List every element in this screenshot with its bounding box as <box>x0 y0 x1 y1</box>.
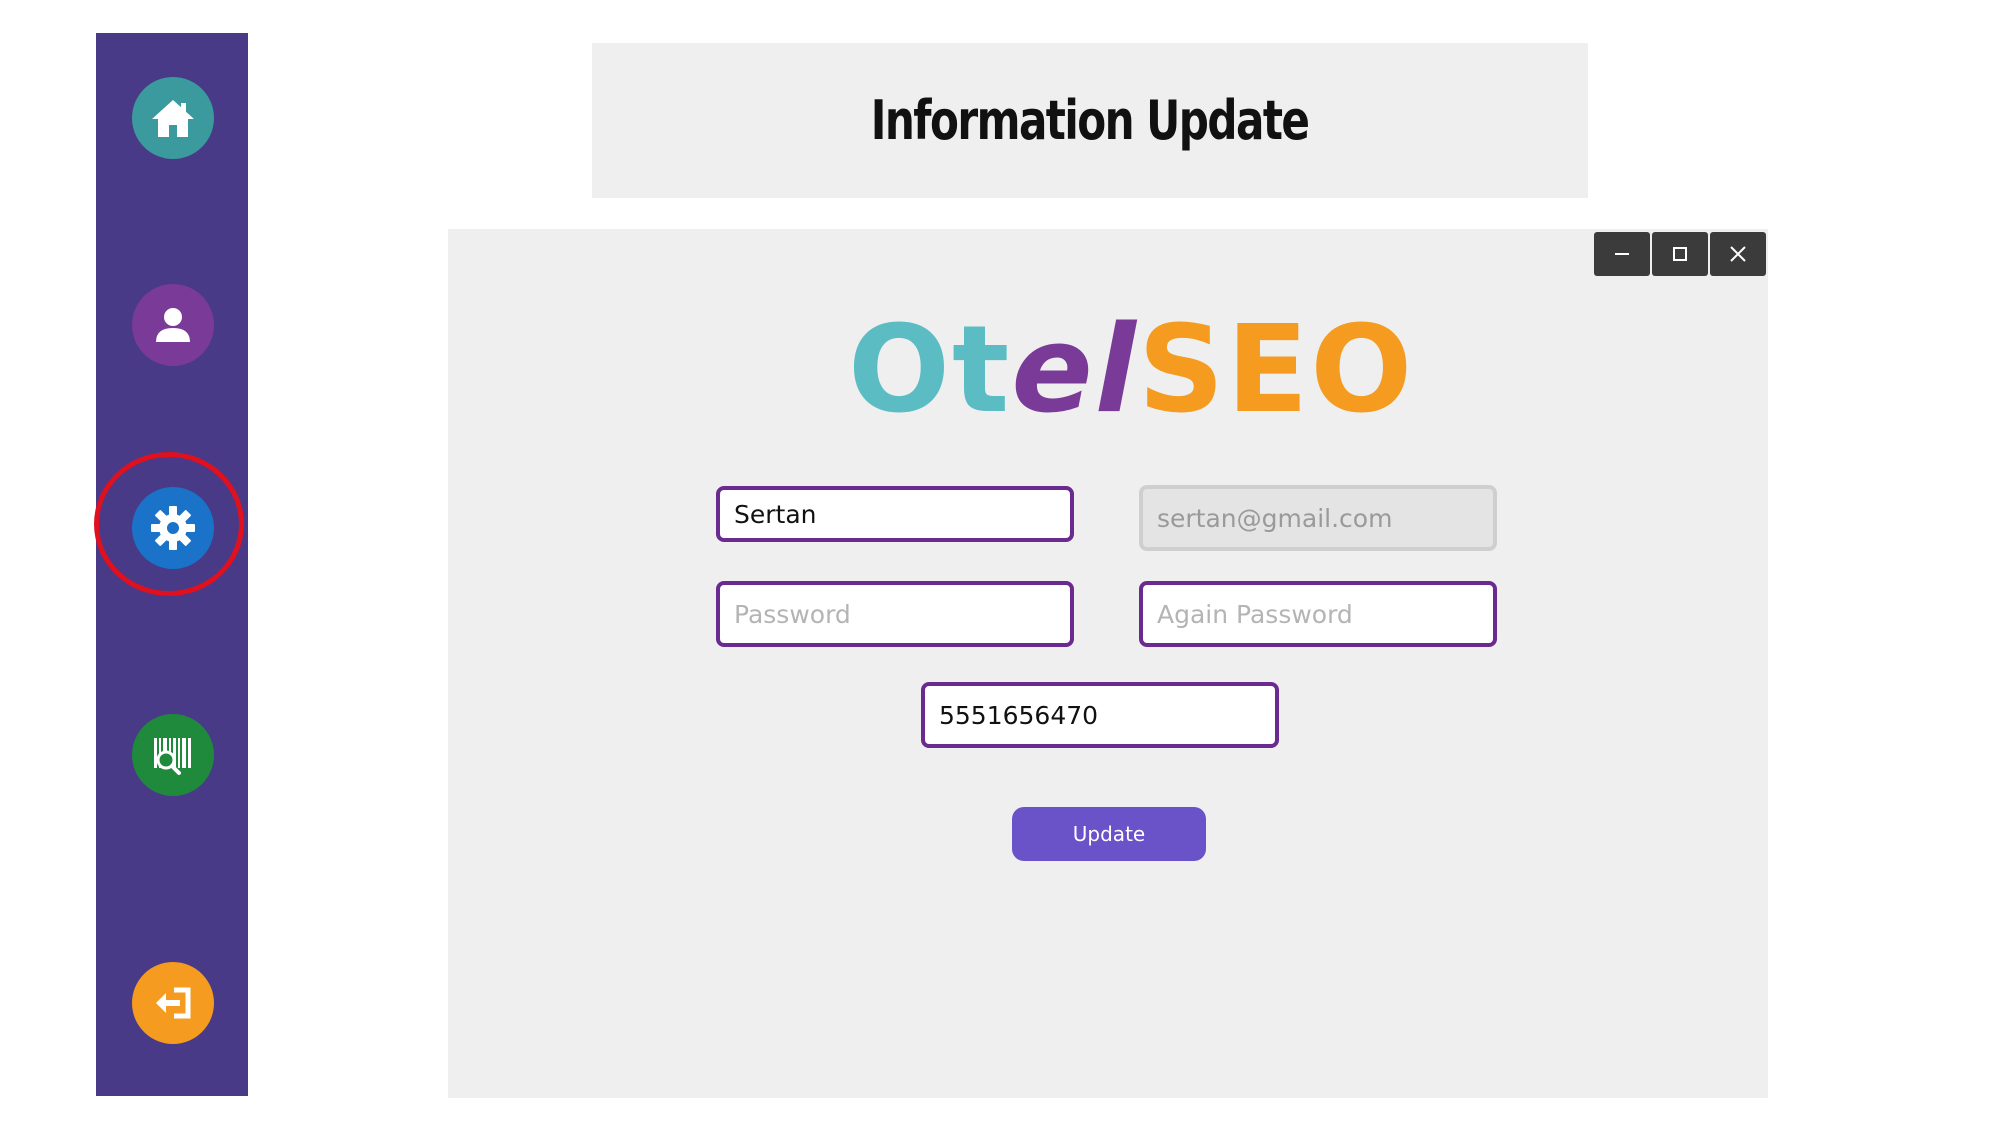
email-field <box>1139 485 1497 551</box>
app-window: Ot el SEO Update <box>448 229 1768 1098</box>
sidebar-item-settings[interactable] <box>132 487 214 569</box>
logout-icon <box>156 987 191 1019</box>
minimize-button[interactable] <box>1594 232 1650 276</box>
title-banner: Information Update <box>592 43 1588 198</box>
sidebar <box>96 33 248 1096</box>
otelseo-logo: Ot el SEO <box>848 301 1414 440</box>
name-field[interactable] <box>716 486 1074 542</box>
user-icon <box>156 308 190 342</box>
sidebar-item-home[interactable] <box>132 77 214 159</box>
logo-part-seo: SEO <box>1137 301 1415 440</box>
maximize-icon <box>1673 247 1687 261</box>
update-button[interactable]: Update <box>1012 807 1206 861</box>
gear-icon <box>151 506 195 550</box>
maximize-button[interactable] <box>1652 232 1708 276</box>
sidebar-item-profile[interactable] <box>132 284 214 366</box>
minimize-icon <box>1615 253 1629 255</box>
sidebar-item-logout[interactable] <box>132 962 214 1044</box>
window-controls <box>1594 232 1766 276</box>
home-icon <box>152 100 194 137</box>
close-icon <box>1730 246 1746 262</box>
logo-part-el: el <box>1011 301 1138 440</box>
password-again-field[interactable] <box>1139 581 1497 647</box>
page-title: Information Update <box>871 89 1310 152</box>
barcode-search-icon <box>154 738 191 775</box>
logo-part-ot: Ot <box>848 301 1012 440</box>
close-button[interactable] <box>1710 232 1766 276</box>
sidebar-item-barcode[interactable] <box>132 714 214 796</box>
phone-field[interactable] <box>921 682 1279 748</box>
password-field[interactable] <box>716 581 1074 647</box>
